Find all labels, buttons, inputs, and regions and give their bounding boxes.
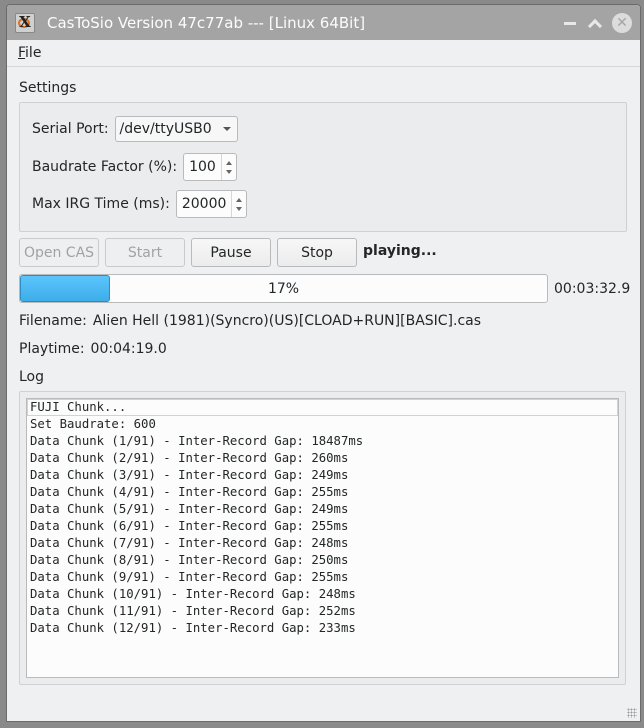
- menu-file-mnemonic: F: [18, 45, 26, 61]
- log-line[interactable]: Data Chunk (4/91) - Inter-Record Gap: 25…: [27, 484, 618, 501]
- spin-up-icon[interactable]: [236, 197, 243, 202]
- close-icon[interactable]: ✕: [612, 13, 632, 33]
- baudrate-spinbox[interactable]: 100: [183, 153, 237, 181]
- window-title: CasToSio Version 47c77ab --- [Linux 64Bi…: [47, 13, 366, 32]
- serial-port-label: Serial Port:: [32, 121, 109, 137]
- x-app-icon[interactable]: X: [15, 12, 35, 33]
- menu-file-label: ile: [25, 45, 42, 61]
- spin-down-icon[interactable]: [236, 206, 243, 211]
- log-line[interactable]: Data Chunk (6/91) - Inter-Record Gap: 25…: [27, 518, 618, 535]
- log-line[interactable]: Data Chunk (1/91) - Inter-Record Gap: 18…: [27, 433, 618, 450]
- log-line[interactable]: Data Chunk (9/91) - Inter-Record Gap: 25…: [27, 569, 618, 586]
- open-cas-button[interactable]: Open CAS: [19, 238, 99, 267]
- log-list[interactable]: FUJI Chunk... Set Baudrate: 600 Data Chunk…: [26, 398, 619, 678]
- spin-up-icon[interactable]: [225, 160, 232, 165]
- serial-port-row: Serial Port: /dev/ttyUSB0: [32, 116, 238, 142]
- playtime-label: Playtime:: [19, 341, 85, 357]
- filename-row: Filename: Alien Hell (1981)(Syncro)(US)[C…: [19, 313, 481, 329]
- log-line[interactable]: Data Chunk (11/91) - Inter-Record Gap: 2…: [27, 603, 618, 620]
- log-heading: Log: [19, 369, 45, 385]
- elapsed-time: 00:03:32.9: [554, 281, 631, 297]
- stop-button[interactable]: Stop: [277, 238, 357, 267]
- settings-heading: Settings: [19, 80, 77, 96]
- menu-file[interactable]: File: [18, 45, 41, 61]
- serial-port-value: /dev/ttyUSB0: [119, 121, 212, 137]
- settings-group: Serial Port: /dev/ttyUSB0 Baudrate Facto…: [19, 102, 627, 232]
- progress-label: 17%: [267, 280, 300, 297]
- log-line[interactable]: Data Chunk (3/91) - Inter-Record Gap: 24…: [27, 467, 618, 484]
- menu-bar: File: [7, 40, 640, 67]
- progress-bar: 17%: [19, 274, 548, 303]
- minimize-icon[interactable]: [564, 21, 576, 25]
- maximize-icon[interactable]: [588, 17, 600, 29]
- start-button[interactable]: Start: [105, 238, 185, 267]
- log-line[interactable]: FUJI Chunk...: [27, 399, 618, 416]
- playback-status: playing...: [363, 243, 437, 259]
- baudrate-label: Baudrate Factor (%):: [32, 159, 178, 175]
- filename-label: Filename:: [19, 313, 87, 329]
- spin-down-icon[interactable]: [225, 169, 232, 174]
- max-irg-spinbox[interactable]: 20000: [175, 190, 248, 218]
- log-line[interactable]: Data Chunk (5/91) - Inter-Record Gap: 24…: [27, 501, 618, 518]
- log-group: FUJI Chunk... Set Baudrate: 600 Data Chunk…: [19, 391, 626, 685]
- serial-port-dropdown[interactable]: /dev/ttyUSB0: [114, 116, 238, 142]
- log-line[interactable]: Data Chunk (7/91) - Inter-Record Gap: 24…: [27, 535, 618, 552]
- log-line[interactable]: Data Chunk (10/91) - Inter-Record Gap: 2…: [27, 586, 618, 603]
- playtime-value: 00:04:19.0: [90, 341, 167, 357]
- filename-value: Alien Hell (1981)(Syncro)(US)[CLOAD+RUN]…: [92, 313, 482, 329]
- pause-button[interactable]: Pause: [191, 238, 271, 267]
- chevron-down-icon: [222, 127, 231, 131]
- log-line[interactable]: Data Chunk (8/91) - Inter-Record Gap: 25…: [27, 552, 618, 569]
- max-irg-input[interactable]: 20000: [177, 191, 232, 217]
- max-irg-label: Max IRG Time (ms):: [32, 196, 170, 212]
- max-irg-row: Max IRG Time (ms): 20000: [32, 190, 248, 218]
- main-window: X CasToSio Version 47c77ab --- [Linux 64…: [6, 4, 641, 722]
- title-bar[interactable]: X CasToSio Version 47c77ab --- [Linux 64…: [7, 5, 640, 40]
- resize-grip[interactable]: [627, 708, 637, 718]
- baudrate-row: Baudrate Factor (%): 100: [32, 153, 237, 181]
- baudrate-input[interactable]: 100: [184, 154, 221, 180]
- log-line[interactable]: Data Chunk (2/91) - Inter-Record Gap: 26…: [27, 450, 618, 467]
- playtime-row: Playtime: 00:04:19.0: [19, 341, 167, 357]
- log-line[interactable]: Set Baudrate: 600: [27, 416, 618, 433]
- log-line[interactable]: Data Chunk (12/91) - Inter-Record Gap: 2…: [27, 620, 618, 637]
